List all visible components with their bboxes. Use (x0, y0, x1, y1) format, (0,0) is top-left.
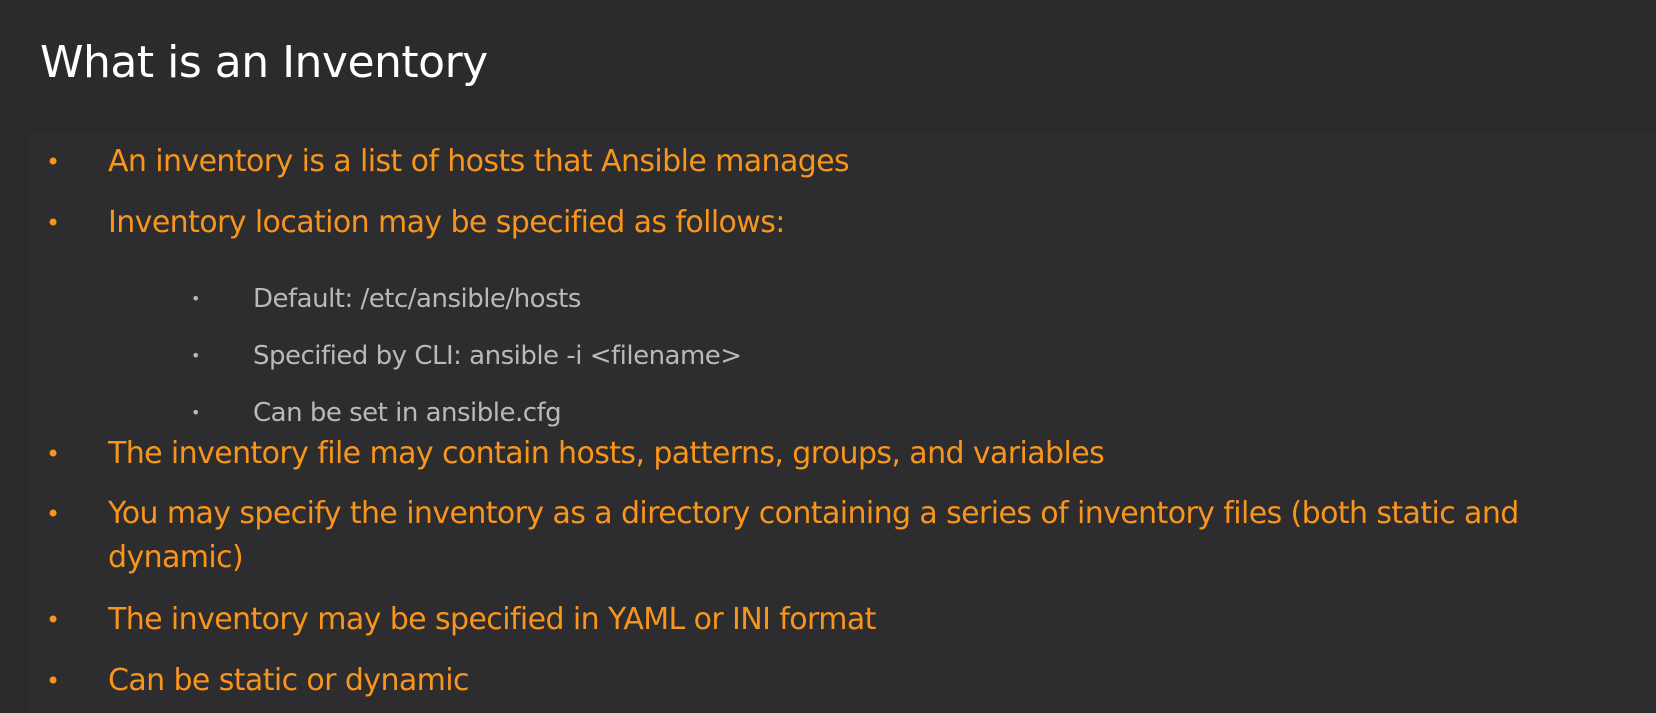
bullet-text: Inventory location may be specified as f… (108, 205, 785, 240)
bullet-dot-icon: • (46, 148, 61, 176)
bullet-text: An inventory is a list of hosts that Ans… (108, 144, 850, 179)
bullet-text: The inventory file may contain hosts, pa… (108, 436, 1105, 471)
bullet-dot-icon: • (46, 209, 61, 237)
sub-bullet-text: Specified by CLI: ansible -i <filename> (253, 341, 742, 371)
sub-bullet-text: Default: /etc/ansible/hosts (253, 284, 581, 314)
bullet-dot-icon: • (46, 500, 61, 528)
bullet-dot-icon: • (46, 606, 61, 634)
bullet-dot-icon: • (46, 667, 61, 695)
slide-title: What is an Inventory (40, 37, 488, 88)
sub-bullet-dot-icon: • (191, 289, 201, 308)
sub-bullet-dot-icon: • (191, 403, 201, 422)
bullet-dot-icon: • (46, 440, 61, 468)
bullet-text: You may specify the inventory as a direc… (108, 496, 1519, 575)
bullet-text: Can be static or dynamic (108, 663, 470, 698)
sub-bullet-text: Can be set in ansible.cfg (253, 398, 562, 428)
bullet-text: The inventory may be specified in YAML o… (108, 602, 876, 637)
sub-bullet-dot-icon: • (191, 346, 201, 365)
